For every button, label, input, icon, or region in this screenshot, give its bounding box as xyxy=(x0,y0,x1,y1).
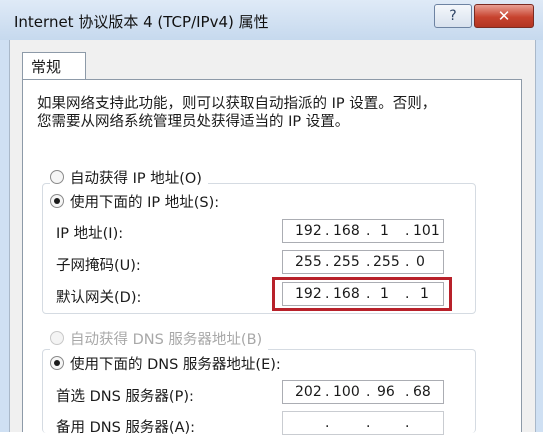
dot-separator: . xyxy=(325,223,330,239)
manual-ip-radio[interactable] xyxy=(50,194,64,208)
title-bar[interactable]: Internet 协议版本 4 (TCP/IPv4) 属性 ? ✕ xyxy=(0,0,543,40)
dot-separator: . xyxy=(405,415,410,431)
description-line-1: 如果网络支持此功能，则可以获取自动指派的 IP 设置。否则， xyxy=(37,96,437,112)
auto-ip-label: 自动获得 IP 地址(O) xyxy=(70,171,202,187)
manual-dns-radio[interactable] xyxy=(50,356,64,370)
dot-separator: . xyxy=(405,223,410,239)
dns-octet-2: 100 xyxy=(333,384,360,400)
alternate-dns-label: 备用 DNS 服务器(A): xyxy=(56,420,196,436)
mask-octet-4: 0 xyxy=(416,254,425,270)
gateway-highlight-box xyxy=(272,277,452,311)
auto-dns-label: 自动获得 DNS 服务器地址(B) xyxy=(70,332,263,348)
dot-separator: . xyxy=(405,254,410,270)
ip-octet-2: 168 xyxy=(333,223,360,239)
dot-separator: . xyxy=(366,384,371,400)
default-gateway-label: 默认网关(D): xyxy=(56,290,142,306)
dot-separator: . xyxy=(405,384,410,400)
mask-octet-2: 255 xyxy=(333,254,360,270)
ip-octet-1: 192 xyxy=(295,223,322,239)
ip-address-input[interactable]: 192 . 168 . 1 . 101 xyxy=(282,219,444,243)
dot-separator: . xyxy=(366,254,371,270)
close-button[interactable]: ✕ xyxy=(474,4,534,28)
dot-separator: . xyxy=(325,415,330,431)
ip-octet-4: 101 xyxy=(413,223,440,239)
mask-octet-1: 255 xyxy=(295,254,322,270)
dns-octet-3: 96 xyxy=(377,384,395,400)
auto-dns-radio[interactable] xyxy=(50,331,64,345)
dot-separator: . xyxy=(325,384,330,400)
window-title: Internet 协议版本 4 (TCP/IPv4) 属性 xyxy=(14,13,269,31)
dns-octet-1: 202 xyxy=(295,384,322,400)
subnet-mask-input[interactable]: 255 . 255 . 255 . 0 xyxy=(282,250,444,274)
subnet-mask-label: 子网掩码(U): xyxy=(56,258,141,274)
auto-ip-radio[interactable] xyxy=(50,170,64,184)
dns-octet-4: 68 xyxy=(413,384,431,400)
manual-dns-label: 使用下面的 DNS 服务器地址(E): xyxy=(70,357,281,373)
auto-ip-option[interactable]: 自动获得 IP 地址(O) xyxy=(50,168,208,190)
auto-dns-option[interactable]: 自动获得 DNS 服务器地址(B) xyxy=(50,329,269,351)
manual-dns-option[interactable]: 使用下面的 DNS 服务器地址(E): xyxy=(50,354,287,376)
mask-octet-3: 255 xyxy=(373,254,400,270)
dot-separator: . xyxy=(366,415,371,431)
description-text: 如果网络支持此功能，则可以获取自动指派的 IP 设置。否则， 您需要从网络系统管… xyxy=(37,95,507,131)
ip-address-label: IP 地址(I): xyxy=(56,226,124,242)
description-line-2: 您需要从网络系统管理员处获得适当的 IP 设置。 xyxy=(37,114,350,130)
alternate-dns-input[interactable]: . . . xyxy=(282,411,444,435)
tab-general[interactable]: 常规 xyxy=(22,52,86,80)
ip-octet-3: 1 xyxy=(380,223,389,239)
preferred-dns-label: 首选 DNS 服务器(P): xyxy=(56,389,194,405)
manual-ip-option[interactable]: 使用下面的 IP 地址(S): xyxy=(50,192,226,214)
manual-ip-label: 使用下面的 IP 地址(S): xyxy=(70,195,220,211)
help-button[interactable]: ? xyxy=(434,4,472,28)
dot-separator: . xyxy=(366,223,371,239)
preferred-dns-input[interactable]: 202 . 100 . 96 . 68 xyxy=(282,380,444,404)
dot-separator: . xyxy=(325,254,330,270)
